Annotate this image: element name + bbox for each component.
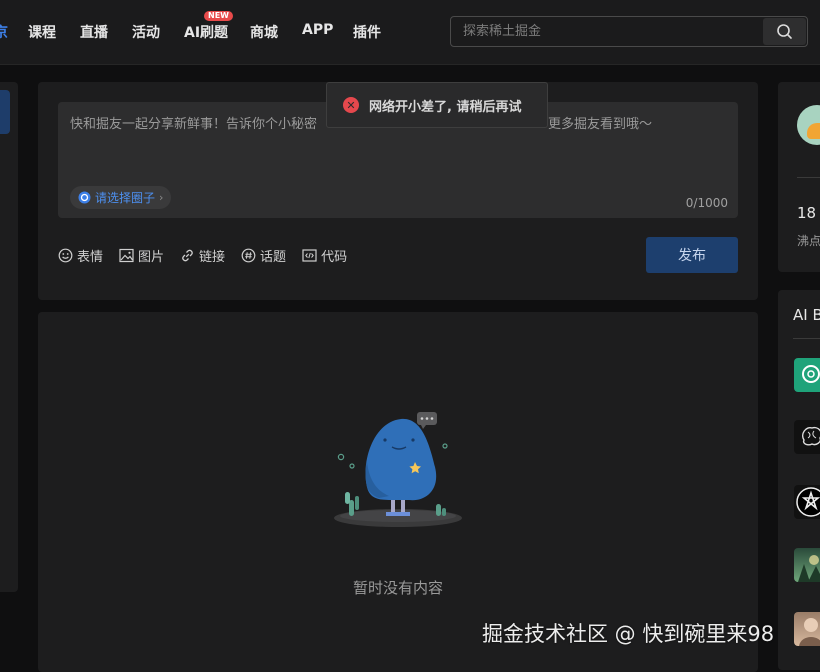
brain-icon — [802, 426, 820, 446]
knot-icon — [796, 487, 820, 517]
empty-state-text: 暂时没有内容 — [352, 579, 443, 597]
search-button[interactable] — [763, 18, 806, 45]
composer-toolbar: 表情 图片 链接 话题 代码 — [58, 246, 363, 265]
stat-number[interactable]: 18 — [797, 204, 816, 222]
ai-bot-thumb-3[interactable] — [794, 485, 820, 519]
search-icon — [777, 24, 792, 39]
image-icon — [119, 248, 134, 263]
publish-button[interactable]: 发布 — [646, 237, 738, 273]
ai-bots-card: AI B — [778, 290, 820, 670]
user-card: 18 沸点 — [778, 82, 820, 272]
error-toast: ✕ 网络开小差了, 请稍后再试 — [326, 82, 548, 128]
nav-item-events[interactable]: 活动 — [132, 22, 160, 42]
topic-icon — [241, 248, 256, 263]
circle-icon — [78, 191, 91, 204]
new-badge: NEW — [204, 11, 233, 21]
nav-item-live[interactable]: 直播 — [80, 22, 108, 42]
code-label: 代码 — [321, 250, 348, 265]
ai-bot-thumb-1[interactable] — [794, 358, 820, 392]
top-navbar: 京 课程 直播 活动 AI刷题 NEW 商城 APP 插件 — [0, 0, 820, 65]
search-box — [450, 16, 808, 47]
empty-state-illustration — [334, 412, 462, 527]
nav-item-plugins[interactable]: 插件 — [353, 22, 381, 42]
code-icon — [302, 249, 317, 262]
sidebar-active-item[interactable] — [0, 90, 10, 134]
select-circle-button[interactable]: 请选择圈子 › — [70, 186, 172, 209]
topic-label: 话题 — [260, 250, 287, 265]
image-label: 图片 — [138, 250, 165, 265]
divider — [793, 338, 820, 339]
chevron-right-icon: › — [159, 191, 164, 204]
code-button[interactable]: 代码 — [302, 246, 347, 265]
search-input[interactable] — [451, 17, 763, 46]
editor-placeholder-end: 更多掘友看到哦～ — [548, 117, 653, 132]
link-label: 链接 — [199, 250, 226, 265]
emoji-label: 表情 — [77, 250, 104, 265]
char-counter: 0/1000 — [685, 196, 728, 210]
error-icon: ✕ — [343, 97, 359, 113]
stat-label: 沸点 — [797, 234, 820, 248]
nav-item-ai-practice[interactable]: AI刷题 — [184, 22, 228, 42]
nav-item-courses[interactable]: 课程 — [28, 22, 56, 42]
ai-bot-thumb-5[interactable] — [794, 612, 820, 646]
avatar-image — [807, 123, 820, 139]
emoji-button[interactable]: 表情 — [58, 246, 103, 265]
nav-item-mall[interactable]: 商城 — [250, 22, 278, 42]
avatar[interactable] — [797, 105, 820, 145]
smile-icon — [58, 248, 73, 263]
ai-bot-thumb-4[interactable] — [794, 548, 820, 582]
ai-card-title: AI B — [793, 306, 820, 324]
topic-button[interactable]: 话题 — [241, 246, 286, 265]
openai-icon — [802, 365, 820, 383]
nav-item-partial[interactable]: 京 — [0, 22, 8, 42]
watermark: 掘金技术社区 @ 快到碗里来98 — [482, 622, 775, 646]
portrait-image-icon — [799, 618, 820, 646]
select-circle-label: 请选择圈子 — [95, 191, 156, 205]
left-sidebar — [0, 82, 18, 592]
link-icon — [182, 249, 193, 262]
divider — [797, 177, 820, 178]
link-button[interactable]: 链接 — [180, 246, 225, 265]
ai-bot-thumb-2[interactable] — [794, 420, 820, 454]
image-button[interactable]: 图片 — [119, 246, 164, 265]
nav-item-app[interactable]: APP — [302, 22, 333, 38]
toast-message: 网络开小差了, 请稍后再试 — [369, 99, 522, 115]
forest-image-icon — [798, 555, 820, 582]
editor-placeholder-start: 快和掘友一起分享新鲜事！告诉你个小秘密 — [70, 117, 318, 132]
